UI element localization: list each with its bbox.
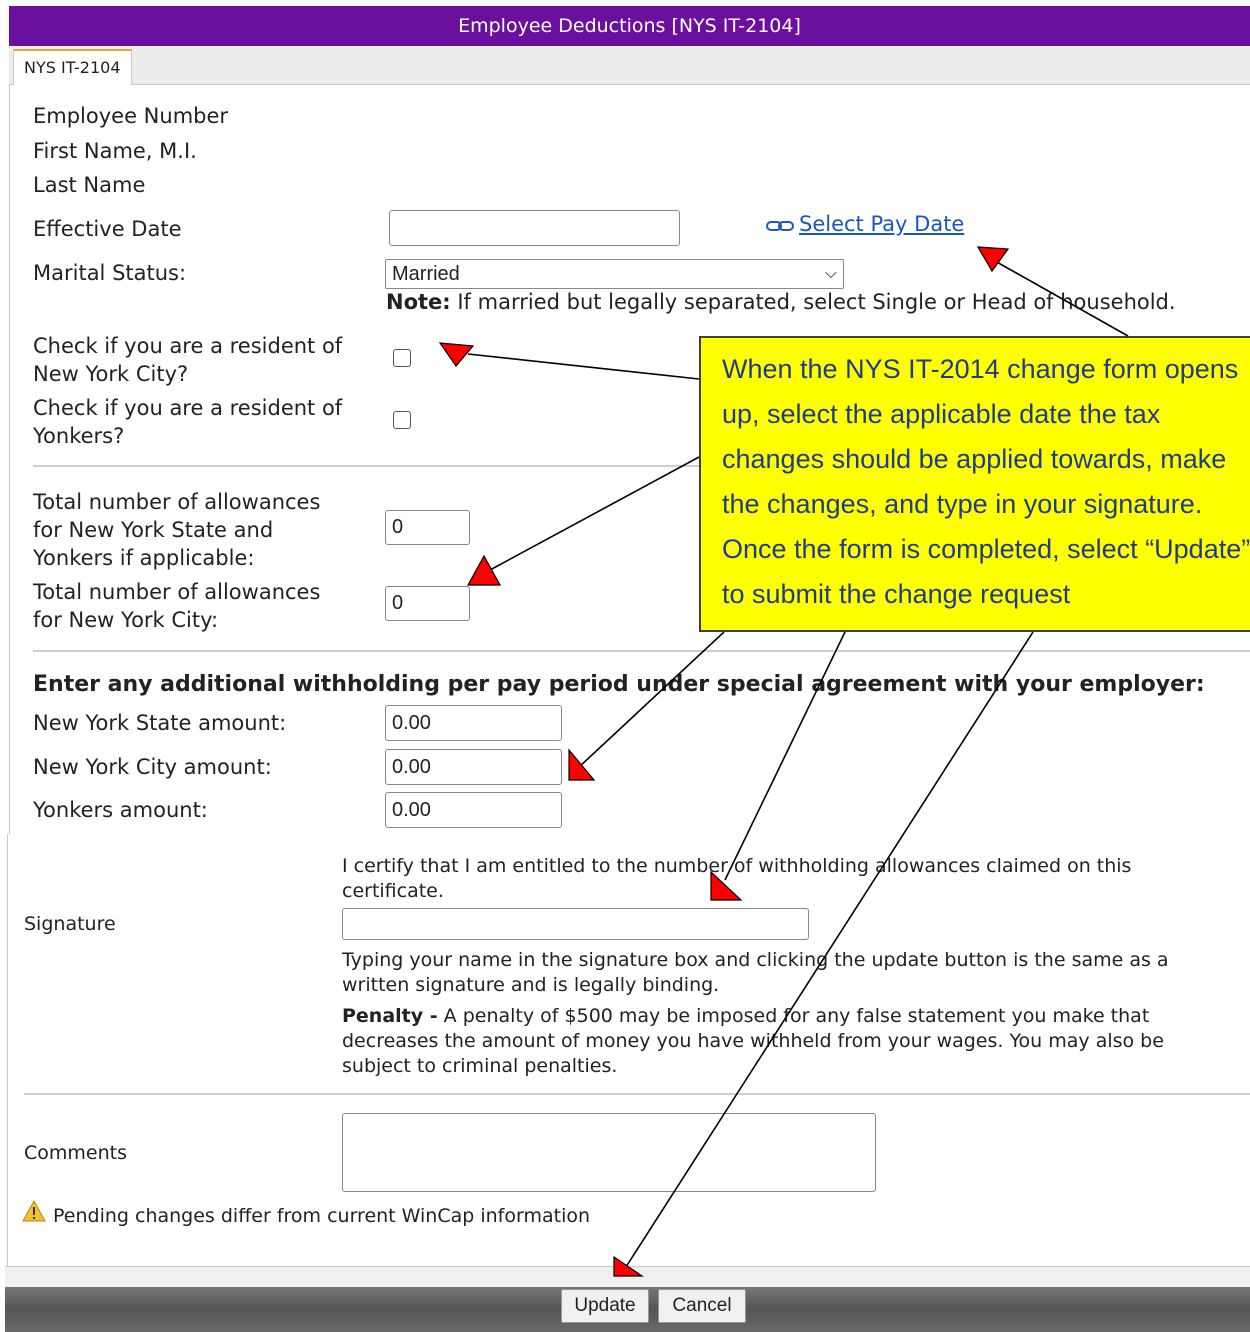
arrow-line-pay-date [994, 260, 1129, 337]
arrow-line-amounts [577, 631, 725, 769]
arrow-line-update [623, 631, 1034, 1271]
annotation-arrows [438, 246, 1129, 1277]
arrowhead-amounts [568, 748, 596, 781]
arrowhead-update [613, 1255, 644, 1277]
arrowhead-allowances [466, 554, 502, 586]
arrow-line-allowances [489, 456, 700, 571]
arrow-line-nyc-checkbox [467, 353, 700, 380]
arrowhead-pay-date [976, 246, 1010, 273]
arrow-line-signature [724, 631, 846, 881]
